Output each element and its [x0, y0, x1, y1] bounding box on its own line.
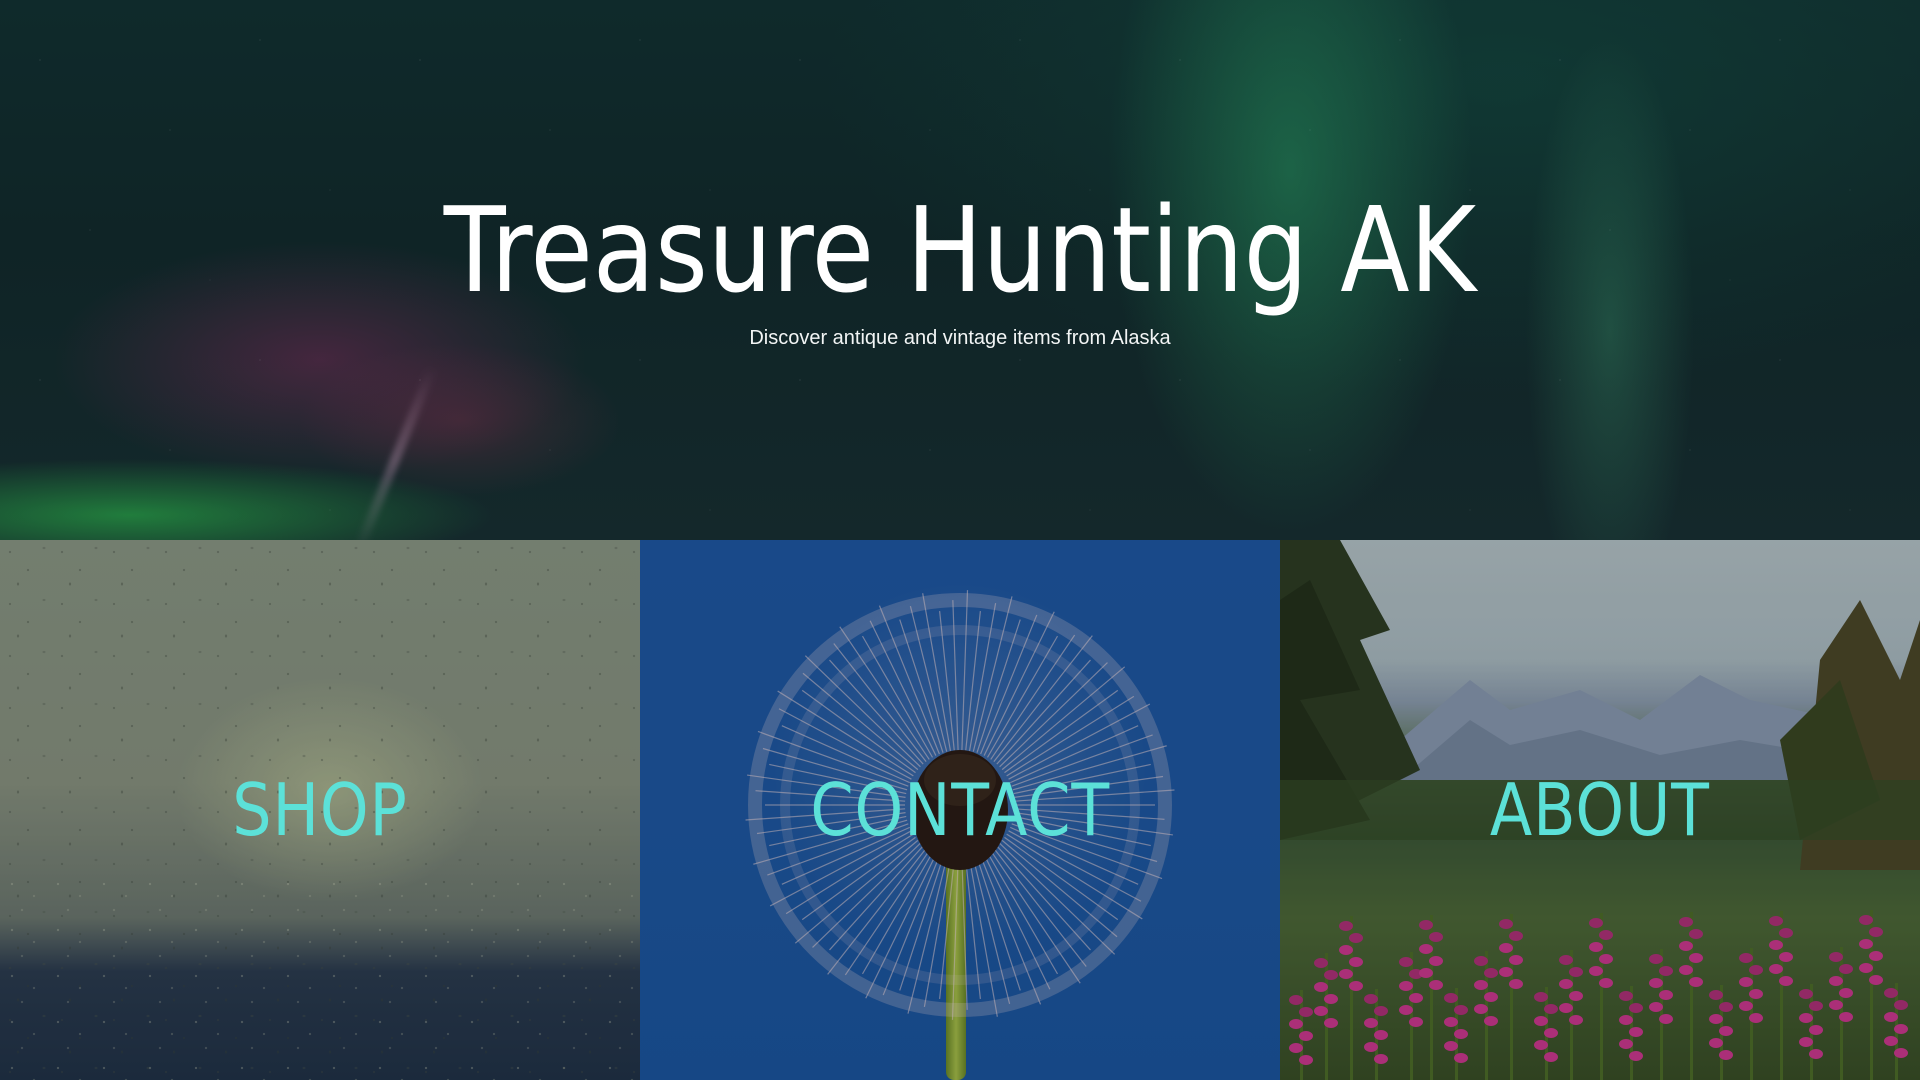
tile-contact[interactable]: CONTACT — [640, 540, 1280, 1080]
tile-about-label: ABOUT — [1490, 768, 1710, 852]
tile-shop[interactable]: SHOP — [0, 540, 640, 1080]
site-tagline: Discover antique and vintage items from … — [749, 327, 1171, 349]
site-title: Treasure Hunting AK — [443, 181, 1477, 319]
hero-content: Treasure Hunting AK Discover antique and… — [0, 185, 1920, 350]
tile-about[interactable]: ABOUT — [1280, 540, 1920, 1080]
tile-contact-label: CONTACT — [810, 768, 1110, 852]
tile-shop-label: SHOP — [232, 768, 408, 852]
hero-banner: Treasure Hunting AK Discover antique and… — [0, 0, 1920, 540]
page: Treasure Hunting AK Discover antique and… — [0, 0, 1920, 1080]
nav-tiles: SHOP CONTACT ABOUT — [0, 540, 1920, 1080]
